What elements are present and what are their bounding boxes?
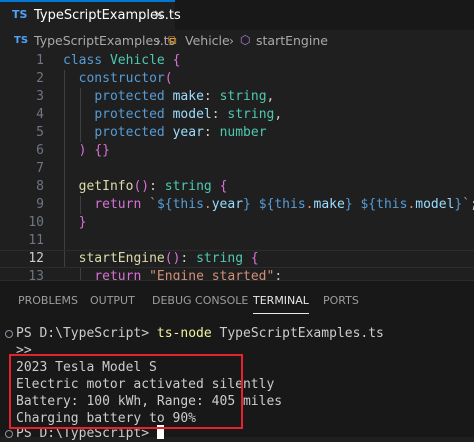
editor-tab-typescriptexamples[interactable]: TS TypeScriptExamples.ts × bbox=[0, 0, 181, 30]
panel-tab-output[interactable]: OUTPUT bbox=[90, 294, 135, 307]
code-line[interactable]: 7 bbox=[0, 160, 474, 178]
terminal-command: ts-node bbox=[156, 326, 212, 341]
code-line[interactable]: 3 protected make: string, bbox=[0, 88, 474, 106]
breadcrumb-class[interactable]: Vehicle bbox=[185, 33, 230, 48]
code-text: protected year: number bbox=[94, 125, 267, 140]
panel-tab-problems[interactable]: PROBLEMS bbox=[18, 294, 78, 307]
typescript-file-icon: TS bbox=[12, 8, 28, 21]
code-line[interactable]: 13 return "Engine started"; bbox=[0, 268, 474, 280]
code-text: ) {} bbox=[78, 143, 110, 158]
line-number: 10 bbox=[28, 215, 44, 230]
bottom-panel: PROBLEMS OUTPUT DEBUG CONSOLE TERMINAL P… bbox=[0, 280, 474, 441]
code-text: protected model: string, bbox=[94, 107, 283, 122]
line-number: 3 bbox=[36, 89, 44, 104]
code-line[interactable]: 8 getInfo(): string { bbox=[0, 178, 474, 196]
code-text: getInfo(): string { bbox=[78, 179, 228, 194]
method-symbol-icon: ⬡ bbox=[240, 33, 251, 47]
command-decoration-icon bbox=[5, 330, 13, 338]
code-editor[interactable]: 1 class Vehicle {2 constructor(3 protecte… bbox=[0, 52, 474, 280]
code-text: } bbox=[78, 215, 87, 230]
breadcrumb-file[interactable]: TypeScriptExamples.ts bbox=[34, 33, 175, 48]
code-line[interactable]: 4 protected model: string, bbox=[0, 106, 474, 124]
line-number: 9 bbox=[36, 197, 44, 212]
code-line[interactable]: 10 } bbox=[0, 214, 474, 232]
code-text: return "Engine started"; bbox=[94, 269, 283, 280]
line-number: 6 bbox=[36, 143, 44, 158]
line-number: 11 bbox=[28, 233, 44, 248]
output-highlight-box bbox=[9, 354, 243, 429]
editor-tab-bar: TS TypeScriptExamples.ts × bbox=[0, 0, 474, 31]
code-line[interactable]: 12 startEngine(): string { bbox=[0, 250, 474, 268]
code-text: class Vehicle { bbox=[63, 53, 181, 68]
code-text: constructor( bbox=[78, 71, 173, 86]
line-number: 12 bbox=[28, 251, 44, 266]
code-line[interactable]: 5 protected year: number bbox=[0, 124, 474, 142]
code-line[interactable]: 1 class Vehicle { bbox=[0, 52, 474, 70]
code-text: return `${this.year} ${this.make} ${this… bbox=[94, 197, 474, 212]
terminal-command-line: PS D:\TypeScript> ts-node TypeScriptExam… bbox=[16, 326, 384, 341]
code-line[interactable]: 2 constructor( bbox=[0, 70, 474, 88]
line-number: 8 bbox=[36, 179, 44, 194]
panel-tab-debug-console[interactable]: DEBUG CONSOLE bbox=[152, 294, 248, 307]
code-line[interactable]: 6 ) {} bbox=[0, 142, 474, 160]
line-number: 13 bbox=[28, 269, 44, 280]
panel-tab-ports[interactable]: PORTS bbox=[323, 294, 359, 307]
line-number: 2 bbox=[36, 71, 44, 86]
code-line[interactable]: 11 bbox=[0, 232, 474, 250]
class-symbol-icon: ⧉ bbox=[168, 33, 177, 47]
code-text: startEngine(): string { bbox=[78, 251, 259, 266]
code-line[interactable]: 9 return `${this.year} ${this.make} ${th… bbox=[0, 196, 474, 214]
line-number: 1 bbox=[36, 53, 44, 68]
panel-tab-terminal[interactable]: TERMINAL bbox=[253, 294, 309, 314]
command-decoration-icon bbox=[5, 430, 13, 438]
breadcrumb: TS TypeScriptExamples.ts › ⧉ Vehicle › ⬡… bbox=[0, 30, 474, 52]
line-number: 7 bbox=[36, 161, 44, 176]
line-number: 5 bbox=[36, 125, 44, 140]
close-icon[interactable]: × bbox=[153, 7, 165, 23]
line-number: 4 bbox=[36, 107, 44, 122]
breadcrumb-separator: › bbox=[229, 33, 234, 48]
terminal-command-arg: TypeScriptExamples.ts bbox=[219, 326, 384, 341]
typescript-file-icon: TS bbox=[14, 35, 29, 46]
breadcrumb-method[interactable]: startEngine bbox=[256, 33, 328, 48]
breadcrumb-separator: › bbox=[156, 33, 161, 48]
code-text: protected make: string, bbox=[94, 89, 275, 104]
